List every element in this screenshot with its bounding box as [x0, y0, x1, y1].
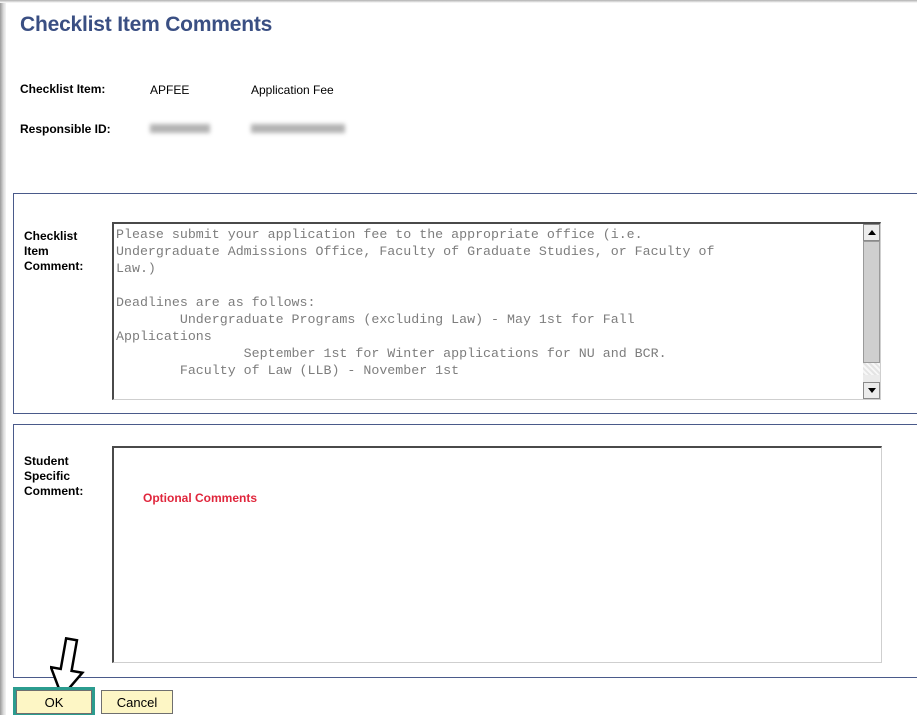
- checklist-item-code: APFEE: [150, 83, 190, 97]
- scrollbar-track[interactable]: [863, 363, 880, 375]
- responsible-name-value-redacted: [251, 124, 345, 133]
- student-comment-section: Student Specific Comment: Optional Comme…: [13, 424, 917, 678]
- scroll-up-icon[interactable]: [863, 224, 880, 241]
- scrollbar-thumb[interactable]: [863, 241, 880, 363]
- scroll-down-icon[interactable]: [863, 382, 880, 399]
- student-comment-textarea[interactable]: Optional Comments: [112, 446, 882, 663]
- optional-comments-annotation: Optional Comments: [143, 491, 258, 505]
- window-frame-left: [0, 0, 6, 715]
- cancel-button[interactable]: Cancel: [101, 690, 173, 714]
- window-frame-top: [0, 0, 917, 3]
- responsible-id-value-redacted: [150, 124, 210, 133]
- checklist-comment-text: Please submit your application fee to th…: [116, 227, 715, 378]
- responsible-id-label: Responsible ID:: [20, 122, 111, 136]
- checklist-item-label: Checklist Item:: [20, 82, 106, 96]
- checklist-comment-scrollbar[interactable]: [863, 224, 880, 399]
- student-comment-label: Student Specific Comment:: [24, 454, 84, 498]
- checklist-comment-section: Checklist Item Comment: Please submit yo…: [13, 193, 917, 414]
- checklist-item-description: Application Fee: [251, 83, 334, 97]
- checklist-comment-textarea[interactable]: Please submit your application fee to th…: [112, 222, 881, 400]
- checklist-comment-label: Checklist Item Comment:: [24, 229, 84, 273]
- page-title: Checklist Item Comments: [20, 13, 273, 36]
- ok-button[interactable]: OK: [16, 690, 92, 714]
